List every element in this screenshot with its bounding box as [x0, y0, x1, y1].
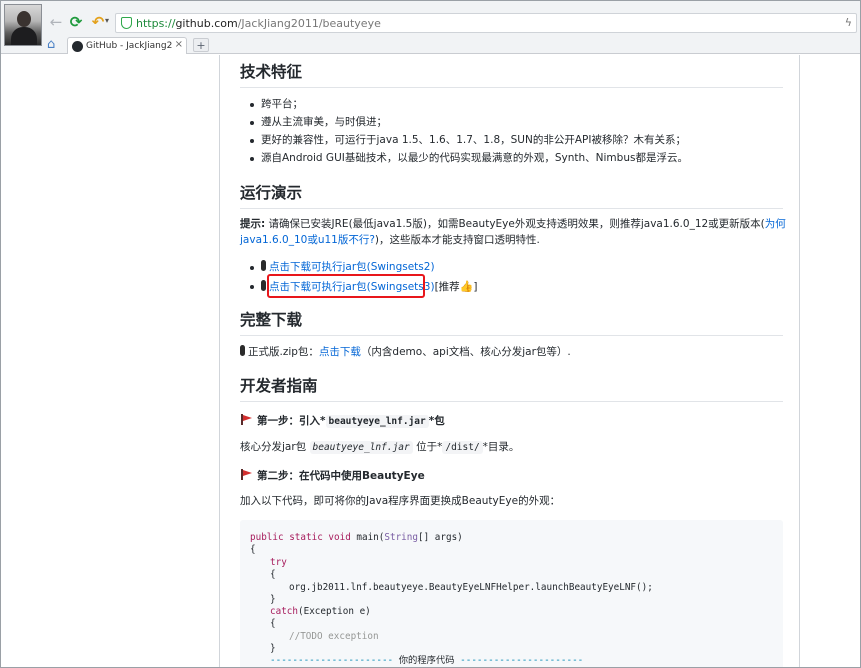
- code-line-3: try: [270, 557, 287, 568]
- tip-text: 请确保已安装JRE(最低java1.5版)，如需BeautyEye外观支持透明效…: [265, 218, 765, 230]
- reload-icon[interactable]: ⟳: [67, 13, 85, 31]
- step1-desc-code2: /dist/: [442, 441, 483, 454]
- browser-tab[interactable]: GitHub - JackJiang2011 ×: [67, 37, 187, 54]
- code-line-8: {: [270, 618, 276, 629]
- readme-container: 技术特征 跨平台； 遵从主流审美，与时俱进； 更好的兼容性，可运行于java 1…: [219, 55, 800, 667]
- red-highlight-box: [267, 274, 425, 298]
- lightning-icon[interactable]: ϟ: [845, 16, 852, 29]
- feature-item-1: 跨平台；: [261, 98, 303, 110]
- step1-desc: 核心分发jar包 beautyeye_lnf.jar 位于*/dist/*目录。: [240, 439, 519, 456]
- avatar-head: [17, 11, 31, 27]
- step1-desc-prefix: 核心分发jar包: [240, 441, 307, 453]
- github-favicon-icon: [72, 41, 83, 52]
- step1-desc-code1: beautyeye_lnf.jar: [309, 441, 413, 454]
- bullet-dot: [250, 285, 254, 289]
- bullet-dot: [250, 103, 254, 107]
- step1-desc-mid: 位于*: [416, 441, 443, 453]
- why-link-part-2[interactable]: java1.6.0_10或u11版不行?: [240, 234, 375, 246]
- capsule-icon: [261, 280, 266, 291]
- url-text[interactable]: https://github.com/JackJiang2011/beautye…: [136, 16, 381, 31]
- url-protocol: https://: [136, 17, 176, 30]
- recommend-label: [推荐: [434, 281, 460, 293]
- download-swingsets2-link[interactable]: 点击下载可执行jar包(Swingsets2): [269, 261, 435, 273]
- step1-desc-suffix: *目录。: [482, 441, 520, 453]
- url-path: /JackJiang2011/beautyeye: [237, 17, 381, 30]
- code-block: public static void main(String[] args) {…: [240, 520, 783, 667]
- back-arrow-icon[interactable]: ←: [47, 13, 65, 31]
- code-line-1: public static void main(String[] args): [250, 532, 463, 543]
- heading-full-download: 完整下载: [240, 310, 783, 336]
- demo-tip-line-1: 提示: 请确保已安装JRE(最低java1.5版)，如需BeautyEye外观支…: [240, 216, 786, 233]
- heading-features: 技术特征: [240, 62, 783, 88]
- thumbs-up-icon: 👍: [459, 280, 474, 293]
- chevron-down-icon[interactable]: ▾: [105, 16, 109, 25]
- new-tab-button[interactable]: +: [193, 38, 209, 52]
- bullet-dot: [250, 266, 254, 270]
- browser-toolbar: ← ⟳ ↶ ▾ ⌂ https://github.com/JackJiang20…: [1, 1, 860, 54]
- recommend-end: ]: [473, 281, 478, 293]
- bullet-dot: [250, 139, 254, 143]
- feature-item-3: 更好的兼容性，可运行于java 1.5、1.6、1.7、1.8，SUN的非公开A…: [261, 134, 686, 146]
- avatar-body: [11, 27, 37, 45]
- heading-demo: 运行演示: [240, 183, 783, 209]
- why-link-part-1[interactable]: 为何: [765, 218, 786, 230]
- code-line-11: ---------------------- 你的程序代码 ----------…: [270, 655, 584, 666]
- address-bar[interactable]: https://github.com/JackJiang2011/beautye…: [115, 13, 857, 33]
- user-avatar[interactable]: [4, 4, 42, 46]
- red-flag-icon: [240, 414, 252, 425]
- step1-suffix: *包: [428, 415, 445, 427]
- full-download-suffix: （内含demo、api文档、核心分发jar包等）.: [360, 346, 571, 358]
- step1-heading: 第一步：引入* beautyeye_lnf.jar *包: [240, 413, 445, 430]
- page-viewport: 技术特征 跨平台； 遵从主流审美，与时俱进； 更好的兼容性，可运行于java 1…: [1, 55, 860, 667]
- red-flag-icon: [240, 469, 252, 480]
- code-line-9: //TODO exception: [289, 631, 379, 642]
- capsule-icon: [240, 345, 245, 356]
- step2-heading: 第二步：在代码中使用BeautyEye: [240, 468, 425, 485]
- url-host: github.com: [175, 17, 238, 30]
- full-download-line: 正式版.zip包：点击下载（内含demo、api文档、核心分发jar包等）.: [240, 344, 571, 361]
- close-icon[interactable]: ×: [175, 39, 183, 50]
- step2-desc: 加入以下代码，即可将你的Java程序界面更换成BeautyEye的外观：: [240, 495, 561, 507]
- code-line-6: }: [270, 594, 276, 605]
- home-icon[interactable]: ⌂: [47, 37, 55, 52]
- bullet-dot: [250, 121, 254, 125]
- step1-prefix: 第一步：引入*: [257, 415, 326, 427]
- bullet-dot: [250, 157, 254, 161]
- code-line-4: {: [270, 569, 276, 580]
- capsule-icon: [261, 260, 266, 271]
- shield-icon: [121, 17, 132, 29]
- heading-guide: 开发者指南: [240, 376, 783, 402]
- step1-code: beautyeye_lnf.jar: [325, 415, 429, 428]
- full-download-link[interactable]: 点击下载: [319, 346, 361, 358]
- code-line-2: {: [250, 544, 256, 555]
- tip-tail: )，这些版本才能支持窗口透明特性.: [374, 234, 540, 246]
- tip-label: 提示:: [240, 218, 266, 230]
- demo-tip-line-2: java1.6.0_10或u11版不行?)，这些版本才能支持窗口透明特性.: [240, 232, 540, 249]
- full-download-prefix: 正式版.zip包：: [248, 346, 319, 358]
- tab-title: GitHub - JackJiang2011: [86, 41, 172, 51]
- code-line-7: catch(Exception e): [270, 606, 371, 617]
- feature-item-4: 源自Android GUI基础技术，以最少的代码实现最满意的外观，Synth、N…: [261, 152, 688, 164]
- code-line-10: }: [270, 643, 276, 654]
- step2-label: 第二步：在代码中使用BeautyEye: [257, 470, 425, 482]
- code-line-5: org.jb2011.lnf.beautyeye.BeautyEyeLNFHel…: [289, 582, 653, 593]
- feature-item-2: 遵从主流审美，与时俱进；: [261, 116, 387, 128]
